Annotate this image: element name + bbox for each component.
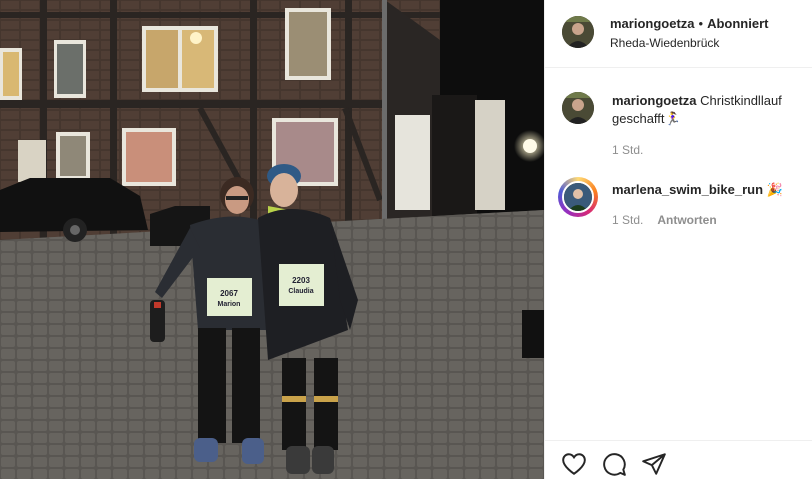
night-street-photo: 2067 Marion 2203 Claudia xyxy=(0,0,544,479)
bib-number-marion: 2067 xyxy=(220,289,238,298)
avatar[interactable] xyxy=(562,16,594,48)
header-separator: • xyxy=(698,16,704,31)
avatar-image xyxy=(562,92,594,124)
bib-name-marion: Marion xyxy=(218,301,241,308)
post-username[interactable]: mariongoetza xyxy=(610,16,695,31)
comment-bubble-icon xyxy=(603,453,626,476)
comment-body: mariongoetza Christkindllauf geschafft🏃‍… xyxy=(612,92,802,128)
post-photo[interactable]: 2067 Marion 2203 Claudia xyxy=(0,0,544,479)
like-button[interactable] xyxy=(561,451,587,477)
follow-status-button[interactable]: Abonniert xyxy=(707,16,768,31)
comment-meta: 1 Std. Antworten xyxy=(612,213,717,227)
comment-username[interactable]: mariongoetza xyxy=(612,93,697,108)
comment-body: marlena_swim_bike_run 🎉 xyxy=(612,181,802,199)
reply-button[interactable]: Antworten xyxy=(657,213,716,227)
avatar[interactable] xyxy=(562,181,594,213)
share-button[interactable] xyxy=(641,451,667,477)
runner-emoji: 🏃‍♀️ xyxy=(664,111,681,126)
comment-button[interactable] xyxy=(601,451,627,477)
avatar[interactable] xyxy=(562,92,594,124)
paper-plane-icon xyxy=(642,453,666,475)
post-sidebar: mariongoetza • Abonniert Rheda-Wiedenbrück… xyxy=(544,0,812,479)
heart-icon xyxy=(562,453,586,475)
post-author-line: mariongoetza • Abonniert xyxy=(610,16,768,31)
avatar-image xyxy=(562,16,594,48)
avatar-image xyxy=(564,183,592,211)
comment-username[interactable]: marlena_swim_bike_run xyxy=(612,182,763,197)
comment-timestamp[interactable]: 1 Std. xyxy=(612,143,643,157)
post-header: mariongoetza • Abonniert Rheda-Wiedenbrück xyxy=(545,0,812,68)
bib-number-claudia: 2203 xyxy=(292,276,310,285)
post-location[interactable]: Rheda-Wiedenbrück xyxy=(610,36,719,50)
story-ring[interactable] xyxy=(558,177,598,217)
party-emoji: 🎉 xyxy=(766,182,783,197)
action-bar xyxy=(545,440,812,480)
bib-name-claudia: Claudia xyxy=(288,288,313,295)
comment-timestamp[interactable]: 1 Std. xyxy=(612,213,643,227)
